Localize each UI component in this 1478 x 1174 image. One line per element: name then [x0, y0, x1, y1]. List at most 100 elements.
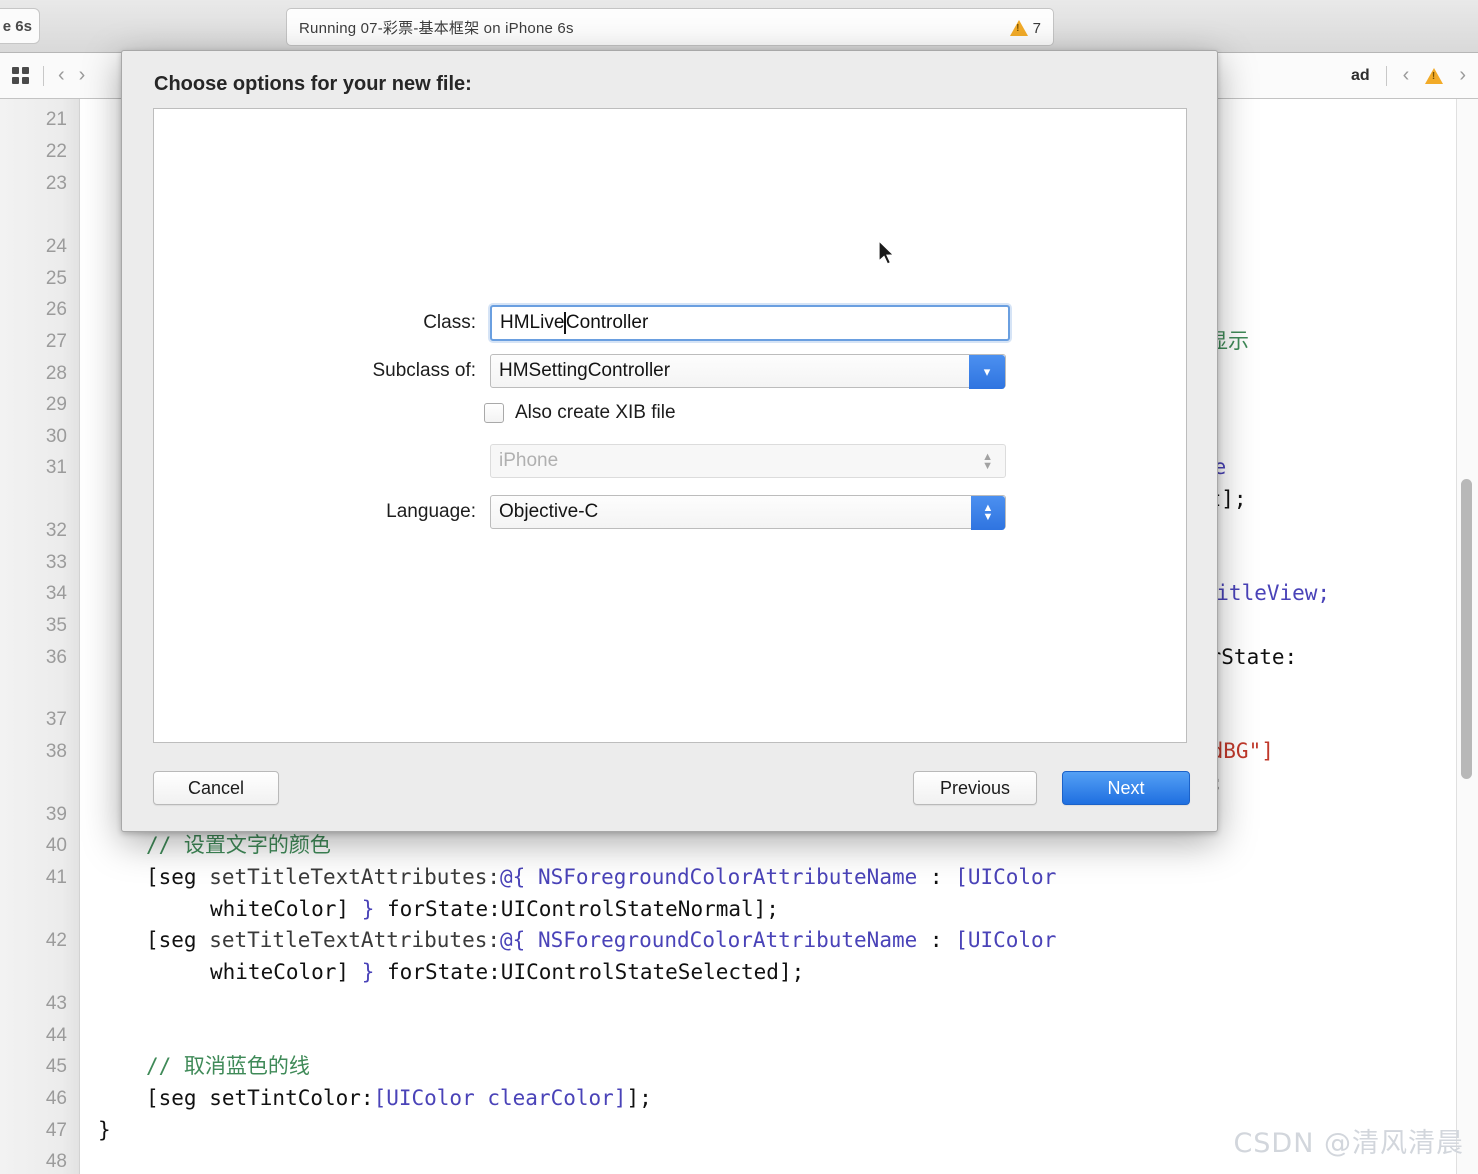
language-combobox[interactable]: Objective-C ▲ ▼	[490, 495, 1006, 530]
subclass-label: Subclass of:	[372, 360, 477, 381]
device-value: iPhone	[499, 450, 559, 471]
mouse-cursor-icon	[878, 240, 895, 265]
toolbar-left-group: ‹ ›	[0, 53, 128, 98]
line-number: 36	[45, 647, 67, 668]
chevron-right-icon[interactable]: ›	[79, 64, 86, 87]
class-input[interactable]: HMLive Controller	[490, 305, 1010, 341]
xib-checkbox[interactable]	[484, 403, 504, 423]
toolbar-right-group: ad ‹ ›	[1351, 53, 1478, 98]
code-line: [seg setTitleTextAttributes:@{ NSForegro…	[146, 930, 1056, 951]
code-token: [UIColor clearColor]	[373, 1086, 627, 1110]
dialog-body: Class: HMLive Controller Subclass of: HMS…	[153, 108, 1187, 743]
line-number: 21	[45, 109, 67, 130]
code-token: [UIColor	[955, 928, 1057, 952]
subclass-value: HMSettingController	[499, 360, 671, 381]
xcode-window: e 6s Running 07-彩票-基本框架 on iPhone 6s 7 ‹…	[0, 0, 1478, 1174]
new-file-options-dialog: Choose options for your new file: Class:…	[121, 50, 1218, 832]
code-line: }	[98, 1120, 111, 1141]
vertical-scrollbar-track[interactable]	[1456, 99, 1478, 1174]
line-number: 30	[45, 426, 67, 447]
code-token: }	[98, 1118, 111, 1142]
class-input-value-head: HMLive	[500, 312, 565, 333]
code-token: :	[917, 928, 956, 952]
code-token: whiteColor]	[210, 897, 362, 921]
line-number: 29	[45, 394, 67, 415]
chevron-left-icon[interactable]: ‹	[58, 64, 65, 87]
chevron-left-icon-right[interactable]: ‹	[1403, 64, 1410, 87]
code-token: [seg	[146, 865, 210, 889]
code-token: NSForegroundColorAttributeName	[537, 865, 918, 889]
status-text: Running 07-彩票-基本框架 on iPhone 6s	[299, 19, 574, 37]
toolbar-divider	[43, 65, 44, 86]
code-line: whiteColor] } forState:UIControlStateSel…	[210, 962, 804, 983]
previous-button[interactable]: Previous	[913, 771, 1037, 805]
code-line: // 设置文字的颜色	[146, 835, 331, 856]
next-button[interactable]: Next	[1062, 771, 1190, 805]
line-number: 26	[45, 299, 67, 320]
class-row: Class: HMLive Controller	[290, 305, 1010, 341]
status-warning-group[interactable]: 7	[1009, 9, 1041, 47]
code-token: }	[361, 960, 375, 984]
line-number: 41	[45, 867, 67, 888]
code-token: whiteColor]	[210, 960, 362, 984]
code-token: NSForegroundColorAttributeName	[537, 928, 918, 952]
code-token: forState:UIControlStateSelected];	[374, 960, 805, 984]
code-token: ];	[626, 1086, 652, 1110]
line-number: 37	[45, 709, 67, 730]
new-file-form: Class: HMLive Controller Subclass of: HMS…	[154, 109, 1188, 744]
xib-checkbox-row[interactable]: Also create XIB file	[484, 402, 676, 424]
warning-triangle-icon-right[interactable]	[1425, 67, 1444, 84]
line-number: 38	[45, 741, 67, 762]
line-number: 48	[45, 1151, 67, 1172]
line-number: 31	[45, 457, 67, 478]
code-token: :	[917, 865, 956, 889]
code-line: whiteColor] } forState:UIControlStateNor…	[210, 899, 779, 920]
subclass-row: Subclass of: HMSettingController ▾	[290, 354, 1006, 389]
warning-count: 7	[1032, 19, 1041, 37]
line-number: 28	[45, 363, 67, 384]
line-number: 40	[45, 835, 67, 856]
device-combobox: iPhone ▲ ▼	[490, 444, 1006, 478]
line-number: 27	[45, 331, 67, 352]
line-number: 32	[45, 520, 67, 541]
dialog-footer: Cancel Previous Next	[122, 745, 1219, 831]
code-token: setTitleTextAttributes:	[209, 928, 501, 952]
code-token: setTitleTextAttributes:	[209, 865, 501, 889]
class-input-value-tail: Controller	[565, 312, 649, 333]
code-line: // 取消蓝色的线	[146, 1056, 310, 1077]
line-number: 45	[45, 1056, 67, 1077]
code-token: @{	[500, 865, 538, 889]
line-number: 39	[45, 804, 67, 825]
line-number: 25	[45, 268, 67, 289]
line-number: 23	[45, 173, 67, 194]
line-number: 34	[45, 583, 67, 604]
title-bar: e 6s Running 07-彩票-基本框架 on iPhone 6s 7	[0, 0, 1478, 53]
language-value: Objective-C	[499, 501, 599, 522]
cancel-button[interactable]: Cancel	[153, 771, 279, 805]
grid-view-icon[interactable]	[12, 67, 29, 84]
tab-fragment[interactable]: e 6s	[0, 8, 40, 44]
code-token: [seg	[146, 928, 210, 952]
code-line: [seg setTintColor:[UIColor clearColor]];	[146, 1088, 652, 1109]
chevron-right-icon-right[interactable]: ›	[1459, 64, 1466, 87]
dialog-title: Choose options for your new file:	[154, 73, 472, 95]
code-token: // 设置文字的颜色	[146, 833, 331, 857]
line-number-gutter: 21 22 23 24 25 26 27 28 29 30 31 32 33 34 35 36 37 38 39 40…	[0, 99, 80, 1174]
class-label: Class:	[423, 312, 476, 333]
chevron-down-icon[interactable]: ▾	[969, 355, 1005, 389]
warning-triangle-icon	[1009, 20, 1028, 36]
code-token: @{	[500, 928, 538, 952]
line-number: 43	[45, 993, 67, 1014]
device-row: iPhone ▲ ▼	[490, 444, 1006, 478]
line-number: 24	[45, 236, 67, 257]
line-number: 35	[45, 615, 67, 636]
activity-status-pane[interactable]: Running 07-彩票-基本框架 on iPhone 6s 7	[286, 8, 1054, 46]
line-number: 46	[45, 1088, 67, 1109]
stepper-updown-icon-language[interactable]: ▲ ▼	[971, 496, 1005, 530]
stepper-updown-icon-device: ▲ ▼	[982, 451, 993, 472]
vertical-scrollbar-thumb[interactable]	[1461, 479, 1472, 779]
line-number: 22	[45, 141, 67, 162]
subclass-combobox[interactable]: HMSettingController ▾	[490, 354, 1006, 389]
code-line: [seg setTitleTextAttributes:@{ NSForegro…	[146, 867, 1056, 888]
code-token: [seg setTintColor:	[146, 1086, 374, 1110]
